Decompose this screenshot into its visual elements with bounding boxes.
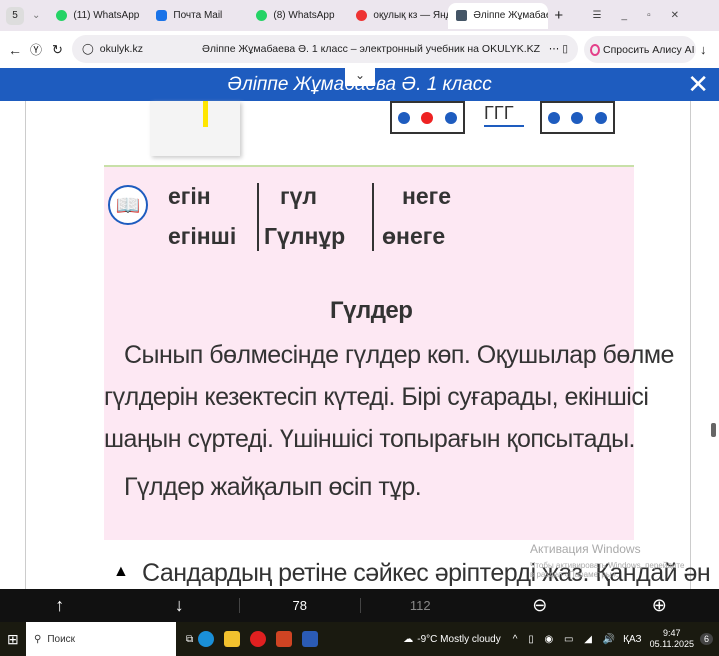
tab-okulyk[interactable]: Әліппе Жұмабаева Ә. 1× bbox=[448, 2, 549, 29]
illustration bbox=[150, 101, 240, 156]
alice-icon bbox=[590, 43, 600, 56]
book-icon: 📖 bbox=[108, 185, 148, 225]
sound-scheme bbox=[540, 101, 615, 134]
windows-start-icon[interactable]: ⊞ bbox=[7, 631, 19, 648]
word-icon[interactable] bbox=[302, 631, 319, 647]
address-bar: ← Ⓨ ↻ ◯ okulyk.kz Әліппе Жұмабаева Ә. 1 … bbox=[0, 31, 719, 68]
clock[interactable]: 9:47 05.11.2025 bbox=[650, 628, 694, 650]
yandex-icon[interactable]: Ⓨ bbox=[30, 41, 42, 58]
taskbar-search[interactable]: ⚲ Поиск bbox=[26, 622, 176, 656]
text-title: Гүлдер bbox=[330, 297, 413, 324]
arrow-down-icon[interactable]: ↓ bbox=[120, 595, 240, 616]
reload-icon[interactable]: ↻ bbox=[52, 42, 63, 58]
weather-icon[interactable]: ☁ bbox=[403, 634, 413, 645]
book-icon bbox=[456, 10, 468, 21]
total-pages: 112 bbox=[359, 598, 481, 613]
chevron-down-icon[interactable]: ⌄ bbox=[32, 10, 40, 21]
viewer-header: Әліппе Жұмабаева Ә. 1 класс ⌄ ✕ bbox=[0, 68, 719, 101]
window-controls[interactable]: ☰_▫✕ bbox=[593, 10, 699, 21]
download-icon[interactable]: ↓ bbox=[700, 42, 707, 57]
new-tab-button[interactable]: + bbox=[554, 7, 563, 24]
zoom-out-icon[interactable]: ⊖ bbox=[480, 595, 600, 616]
yandex-icon bbox=[356, 10, 368, 21]
tab-mail[interactable]: Почта Mail bbox=[148, 3, 248, 29]
close-viewer-button[interactable]: ✕ bbox=[687, 69, 709, 100]
chevron-down-icon[interactable]: ⌄ bbox=[345, 68, 375, 86]
scrollbar-thumb[interactable] bbox=[711, 423, 716, 437]
tab-yandex[interactable]: оқулық кз — Яндекс: наш bbox=[348, 3, 448, 29]
tab-bar: 5 ⌄ (11) WhatsApp Почта Mail (8) WhatsAp… bbox=[0, 0, 719, 31]
bookmark-icon[interactable]: ⋯ ▯ bbox=[549, 43, 568, 55]
alice-button[interactable]: Спросить Алису AI bbox=[584, 36, 696, 63]
reading-section: 📖 егін егінші гүл Гүлнұр неге өнеге Гүлд… bbox=[104, 165, 674, 540]
viewer-toolbar: ↑ ↓ 78 112 ⊖ ⊕ bbox=[0, 589, 719, 622]
edge-icon[interactable] bbox=[198, 631, 215, 647]
arrow-up-icon[interactable]: ↑ bbox=[0, 595, 120, 616]
whatsapp-icon bbox=[256, 10, 268, 21]
zoom-in-icon[interactable]: ⊕ bbox=[600, 595, 719, 616]
yandex-browser-icon[interactable] bbox=[250, 631, 267, 647]
notifications-badge[interactable]: 6 bbox=[699, 633, 713, 645]
tab-count[interactable]: 5 bbox=[6, 6, 24, 25]
powerpoint-icon[interactable] bbox=[276, 631, 293, 647]
search-icon: ⚲ bbox=[34, 633, 42, 645]
tab-whatsapp-1[interactable]: (11) WhatsApp bbox=[48, 3, 148, 29]
url-field[interactable]: ◯ okulyk.kz Әліппе Жұмабаева Ә. 1 класс … bbox=[72, 35, 578, 63]
shield-icon: ◯ bbox=[82, 43, 94, 55]
sound-scheme bbox=[390, 101, 465, 134]
pencil-icon: ▲ bbox=[113, 563, 129, 580]
tab-whatsapp-2[interactable]: (8) WhatsApp bbox=[248, 3, 348, 29]
back-icon[interactable]: ← bbox=[8, 42, 22, 58]
taskbar: ⊞ ⚲ Поиск ⧉ ☁ -9°C Mostly cloudy ^ ▯ ◉ ▭ … bbox=[0, 622, 719, 656]
explorer-icon[interactable] bbox=[224, 631, 241, 647]
textbook-page: ΓΓΓ 📖 егін егінші гүл Гүлнұр неге өнеге … bbox=[0, 101, 719, 589]
whatsapp-icon bbox=[56, 10, 68, 21]
tray-icons[interactable]: ^ ▯ ◉ ▭ ◢ 🔊 bbox=[513, 634, 619, 645]
mail-icon bbox=[156, 10, 168, 21]
task-view-icon[interactable]: ⧉ bbox=[186, 634, 193, 645]
current-page[interactable]: 78 bbox=[239, 598, 360, 613]
